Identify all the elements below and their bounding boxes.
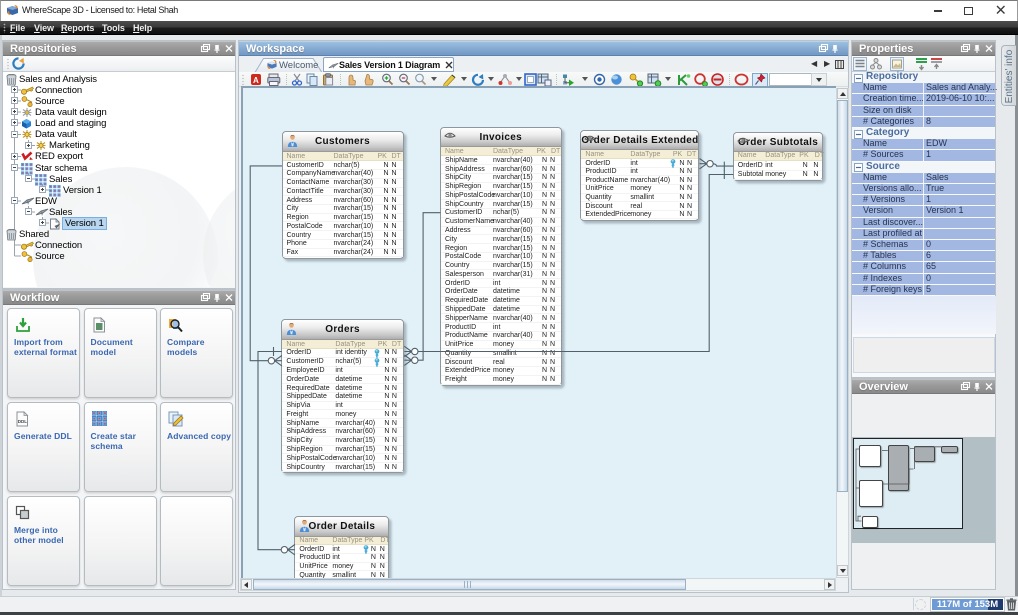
svg-text:A: A <box>253 76 259 85</box>
svg-text:DDL: DDL <box>18 419 27 424</box>
